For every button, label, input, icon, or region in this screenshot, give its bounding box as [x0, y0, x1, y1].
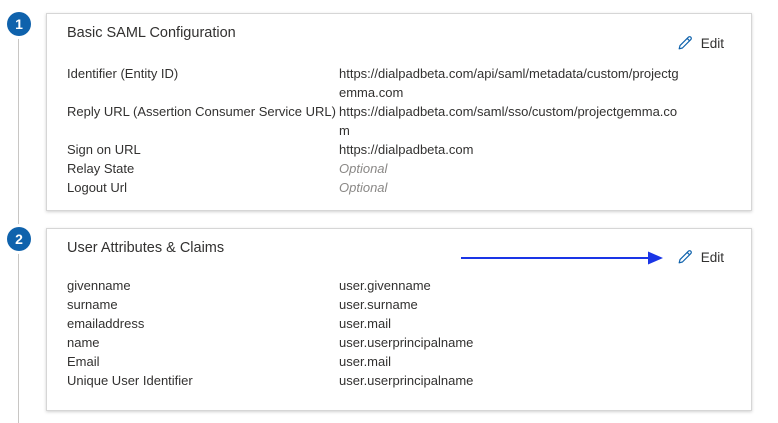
property-value-optional: Optional: [339, 161, 388, 176]
property-key: Reply URL (Assertion Consumer Service UR…: [67, 104, 336, 119]
claim-name: emailaddress: [67, 316, 145, 331]
claim-row: emailaddress user.mail: [67, 314, 731, 333]
step-badge-2: 2: [7, 227, 31, 251]
property-key: Relay State: [67, 161, 135, 176]
claim-name: givenname: [67, 278, 131, 293]
claim-row: Email user.mail: [67, 352, 731, 371]
arrow-right-icon: [461, 251, 663, 265]
claim-value: user.mail: [339, 354, 392, 369]
claim-value: user.userprincipalname: [339, 335, 474, 350]
property-row-relay-state: Relay State Optional: [67, 159, 731, 178]
edit-claims-button[interactable]: Edit: [677, 249, 724, 265]
claim-name: Unique User Identifier: [67, 373, 193, 388]
step-badge-1: 1: [7, 12, 31, 36]
property-key: Identifier (Entity ID): [67, 66, 179, 81]
claim-name: surname: [67, 297, 118, 312]
claim-row: givenname user.givenname: [67, 276, 731, 295]
property-value: https://dialpadbeta.com: [339, 142, 474, 157]
saml-properties-list: Identifier (Entity ID) https://dialpadbe…: [67, 64, 731, 197]
user-attributes-claims-card: User Attributes & Claims Edit givenname …: [46, 228, 752, 411]
property-key: Sign on URL: [67, 142, 141, 157]
edit-label: Edit: [700, 35, 724, 51]
claim-value: user.mail: [339, 316, 392, 331]
property-value: https://dialpadbeta.com/api/saml/metadat…: [339, 66, 679, 100]
property-value-optional: Optional: [339, 180, 388, 195]
edit-saml-button[interactable]: Edit: [677, 35, 724, 51]
property-row-sign-on-url: Sign on URL https://dialpadbeta.com: [67, 140, 731, 159]
property-row-logout-url: Logout Url Optional: [67, 178, 731, 197]
claims-list: givenname user.givenname surname user.su…: [67, 276, 731, 390]
claim-value: user.surname: [339, 297, 418, 312]
pencil-icon: [677, 249, 693, 265]
basic-saml-configuration-card: Basic SAML Configuration Edit Identifier…: [46, 13, 752, 211]
pencil-icon: [677, 35, 693, 51]
card-title: Basic SAML Configuration: [67, 25, 236, 41]
claim-value: user.givenname: [339, 278, 431, 293]
property-row-identifier: Identifier (Entity ID) https://dialpadbe…: [67, 64, 731, 102]
claim-name: name: [67, 335, 100, 350]
property-key: Logout Url: [67, 180, 127, 195]
card-title: User Attributes & Claims: [67, 240, 225, 256]
property-row-reply-url: Reply URL (Assertion Consumer Service UR…: [67, 102, 731, 140]
claim-row: surname user.surname: [67, 295, 731, 314]
claim-row: name user.userprincipalname: [67, 333, 731, 352]
claim-row: Unique User Identifier user.userprincipa…: [67, 371, 731, 390]
property-value: https://dialpadbeta.com/saml/sso/custom/…: [339, 104, 678, 138]
edit-label: Edit: [700, 249, 724, 265]
claim-name: Email: [67, 354, 100, 369]
claim-value: user.userprincipalname: [339, 373, 474, 388]
